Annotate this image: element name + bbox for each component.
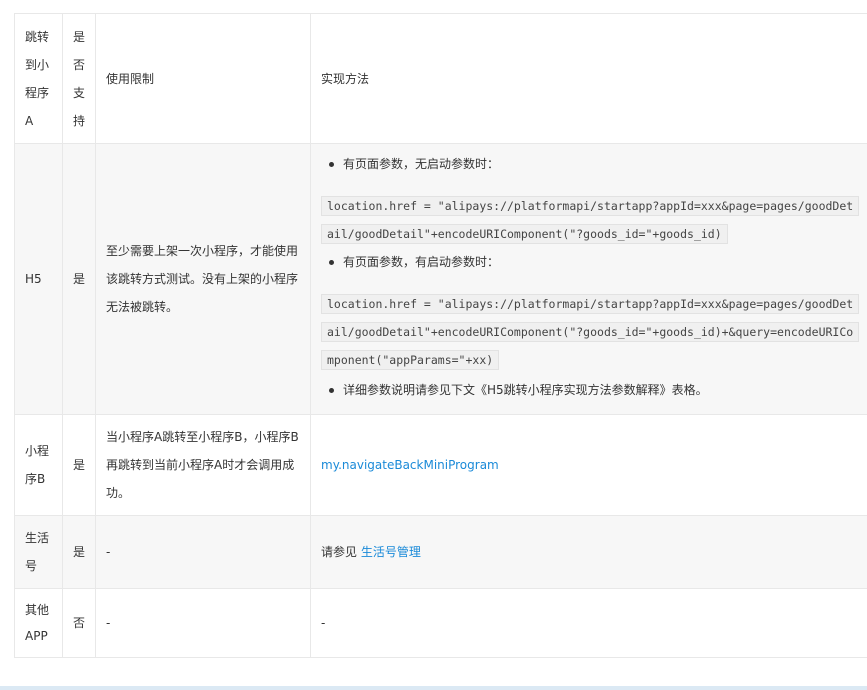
bullet-text: 有页面参数，无启动参数时： bbox=[343, 157, 500, 171]
table-header-row: 跳转到小程序A 是否支持 使用限制 实现方法 bbox=[14, 13, 867, 144]
table-row-miniprogram-b: 小程序B 是 当小程序A跳转至小程序B，小程序B再跳转到当前小程序A时才会调用成… bbox=[14, 414, 867, 516]
scroll-edge bbox=[0, 686, 867, 690]
cell-limit: - bbox=[95, 515, 311, 589]
cell-target: 生活号 bbox=[14, 515, 63, 589]
cell-supported: 是 bbox=[62, 143, 96, 415]
method-list: 有页面参数，有启动参数时： bbox=[321, 248, 857, 276]
list-item: 有页面参数，有启动参数时： bbox=[321, 248, 857, 276]
bullet-text: 有页面参数，有启动参数时： bbox=[343, 255, 500, 269]
cell-limit: - bbox=[95, 588, 311, 658]
bullet-icon bbox=[329, 260, 334, 265]
cell-target: 小程序B bbox=[14, 414, 63, 516]
navigate-back-link[interactable]: my.navigateBackMiniProgram bbox=[321, 458, 499, 472]
code-snippet: location.href = "alipays://platformapi/s… bbox=[321, 294, 860, 370]
table-row-h5: H5 是 至少需要上架一次小程序，才能使用该跳转方式测试。没有上架的小程序无法被… bbox=[14, 143, 867, 415]
cell-method: - bbox=[310, 588, 867, 658]
code-snippet: location.href = "alipays://platformapi/s… bbox=[321, 196, 860, 244]
list-item: 有页面参数，无启动参数时： bbox=[321, 150, 857, 178]
header-method: 实现方法 bbox=[310, 13, 867, 144]
method-list: 详细参数说明请参见下文《H5跳转小程序实现方法参数解释》表格。 bbox=[321, 376, 857, 404]
header-supported: 是否支持 bbox=[62, 13, 96, 144]
bullet-text: 详细参数说明请参见下文《H5跳转小程序实现方法参数解释》表格。 bbox=[343, 383, 708, 397]
code-block: location.href = "alipays://platformapi/s… bbox=[321, 192, 860, 248]
cell-target: 其他APP bbox=[14, 588, 63, 658]
cell-limit: 当小程序A跳转至小程序B，小程序B再跳转到当前小程序A时才会调用成功。 bbox=[95, 414, 311, 516]
bullet-icon bbox=[329, 388, 334, 393]
table-row-other-app: 其他APP 否 - - bbox=[14, 588, 867, 658]
cell-supported: 是 bbox=[62, 515, 96, 589]
method-list: 有页面参数，无启动参数时： bbox=[321, 150, 857, 178]
code-block: location.href = "alipays://platformapi/s… bbox=[321, 290, 860, 374]
list-item: 详细参数说明请参见下文《H5跳转小程序实现方法参数解释》表格。 bbox=[321, 376, 857, 404]
cell-supported: 否 bbox=[62, 588, 96, 658]
cell-target: H5 bbox=[14, 143, 63, 415]
header-target: 跳转到小程序A bbox=[14, 13, 63, 144]
bullet-icon bbox=[329, 162, 334, 167]
header-limit: 使用限制 bbox=[95, 13, 311, 144]
table-row-lifestyle: 生活号 是 - 请参见 生活号管理 bbox=[14, 515, 867, 589]
method-prefix: 请参见 bbox=[321, 545, 358, 559]
cell-method: 有页面参数，无启动参数时： location.href = "alipays:/… bbox=[310, 143, 867, 415]
cell-limit: 至少需要上架一次小程序，才能使用该跳转方式测试。没有上架的小程序无法被跳转。 bbox=[95, 143, 311, 415]
cell-method: 请参见 生活号管理 bbox=[310, 515, 867, 589]
lifestyle-management-link[interactable]: 生活号管理 bbox=[361, 545, 421, 559]
cell-supported: 是 bbox=[62, 414, 96, 516]
cell-method: my.navigateBackMiniProgram bbox=[310, 414, 867, 516]
support-table: 跳转到小程序A 是否支持 使用限制 实现方法 H5 是 至少需要上架一次小程序，… bbox=[14, 13, 867, 658]
